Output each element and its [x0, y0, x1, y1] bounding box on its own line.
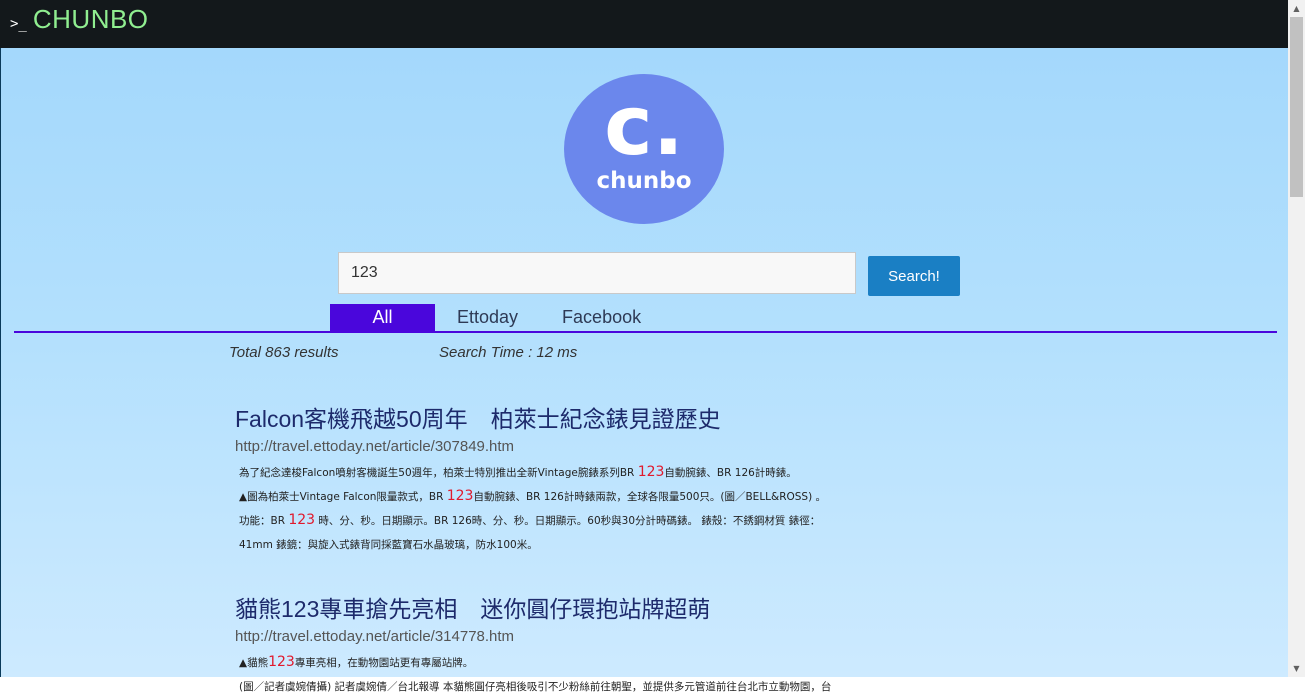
snippet-line: 41mm 錶鏡：與旋入式錶背同採藍寶石水晶玻璃，防水100米。 — [239, 539, 538, 551]
brand-name: CHUNBO — [32, 4, 149, 34]
search-input[interactable]: 123 — [338, 252, 856, 294]
page-scrollbar[interactable]: ▲ ▼ — [1288, 0, 1305, 677]
snippet-line: ▲圖為柏萊士Vintage Falcon限量款式，BR 123自動腕錶、BR 1… — [239, 488, 827, 504]
scroll-up-arrow-icon[interactable]: ▲ — [1288, 0, 1305, 17]
highlight-term: 123 — [637, 464, 665, 480]
snippet-line: ▲貓熊123專車亮相，在動物園站更有專屬站牌。 — [239, 654, 474, 670]
snippet-line: 為了紀念達梭Falcon噴射客機誕生50週年，柏萊士特別推出全新Vintage腕… — [239, 464, 797, 480]
result-url[interactable]: http://travel.ettoday.net/article/307849… — [235, 438, 935, 455]
highlight-term: 123 — [288, 512, 316, 528]
logo-letter: c. — [604, 79, 684, 174]
logo-word: chunbo — [596, 168, 692, 194]
terminal-prompt-icon: >_ — [10, 16, 27, 32]
top-navbar: >_ CHUNBO — [0, 0, 1288, 48]
search-result: 貓熊123專車搶先亮相 迷你圓仔環抱站牌超萌 http://travel.ett… — [235, 590, 935, 699]
tab-facebook[interactable]: Facebook — [540, 304, 663, 331]
result-count: Total 863 results — [229, 344, 339, 361]
result-snippet: ▲貓熊123專車亮相，在動物園站更有專屬站牌。 (圖／記者虞婉倩攝) 記者虞婉倩… — [235, 651, 935, 699]
snippet-line: (圖／記者虞婉倩攝) 記者虞婉倩／台北報導 本貓熊圓仔亮相後吸引不少粉絲前往朝聖… — [239, 681, 832, 693]
chunbo-logo: c. chunbo — [564, 74, 724, 224]
result-url[interactable]: http://travel.ettoday.net/article/314778… — [235, 628, 935, 645]
search-time: Search Time : 12 ms — [439, 344, 578, 361]
tab-ettoday[interactable]: Ettoday — [435, 304, 540, 331]
source-tabs: All Ettoday Facebook — [330, 304, 663, 331]
result-title-link[interactable]: 貓熊123專車搶先亮相 迷你圓仔環抱站牌超萌 — [235, 590, 935, 624]
highlight-term: 123 — [446, 488, 474, 504]
result-title-link[interactable]: Falcon客機飛越50周年 柏萊士紀念錶見證歷史 — [235, 400, 935, 434]
tab-all[interactable]: All — [330, 304, 435, 331]
scrollbar-thumb[interactable] — [1290, 17, 1303, 197]
brand-link[interactable]: >_ CHUNBO — [10, 4, 149, 44]
main-content: c. chunbo 123 Search! All Ettoday Facebo… — [0, 48, 1288, 693]
search-result: Falcon客機飛越50周年 柏萊士紀念錶見證歷史 http://travel.… — [235, 400, 935, 557]
scroll-down-arrow-icon[interactable]: ▼ — [1288, 660, 1305, 677]
snippet-line: 功能：BR 123 時、分、秒。日期顯示。BR 126時、分、秒。日期顯示。60… — [239, 512, 821, 528]
highlight-term: 123 — [268, 654, 295, 670]
search-button[interactable]: Search! — [868, 256, 960, 296]
result-snippet: 為了紀念達梭Falcon噴射客機誕生50週年，柏萊士特別推出全新Vintage腕… — [235, 461, 935, 557]
tab-underline — [14, 331, 1277, 333]
